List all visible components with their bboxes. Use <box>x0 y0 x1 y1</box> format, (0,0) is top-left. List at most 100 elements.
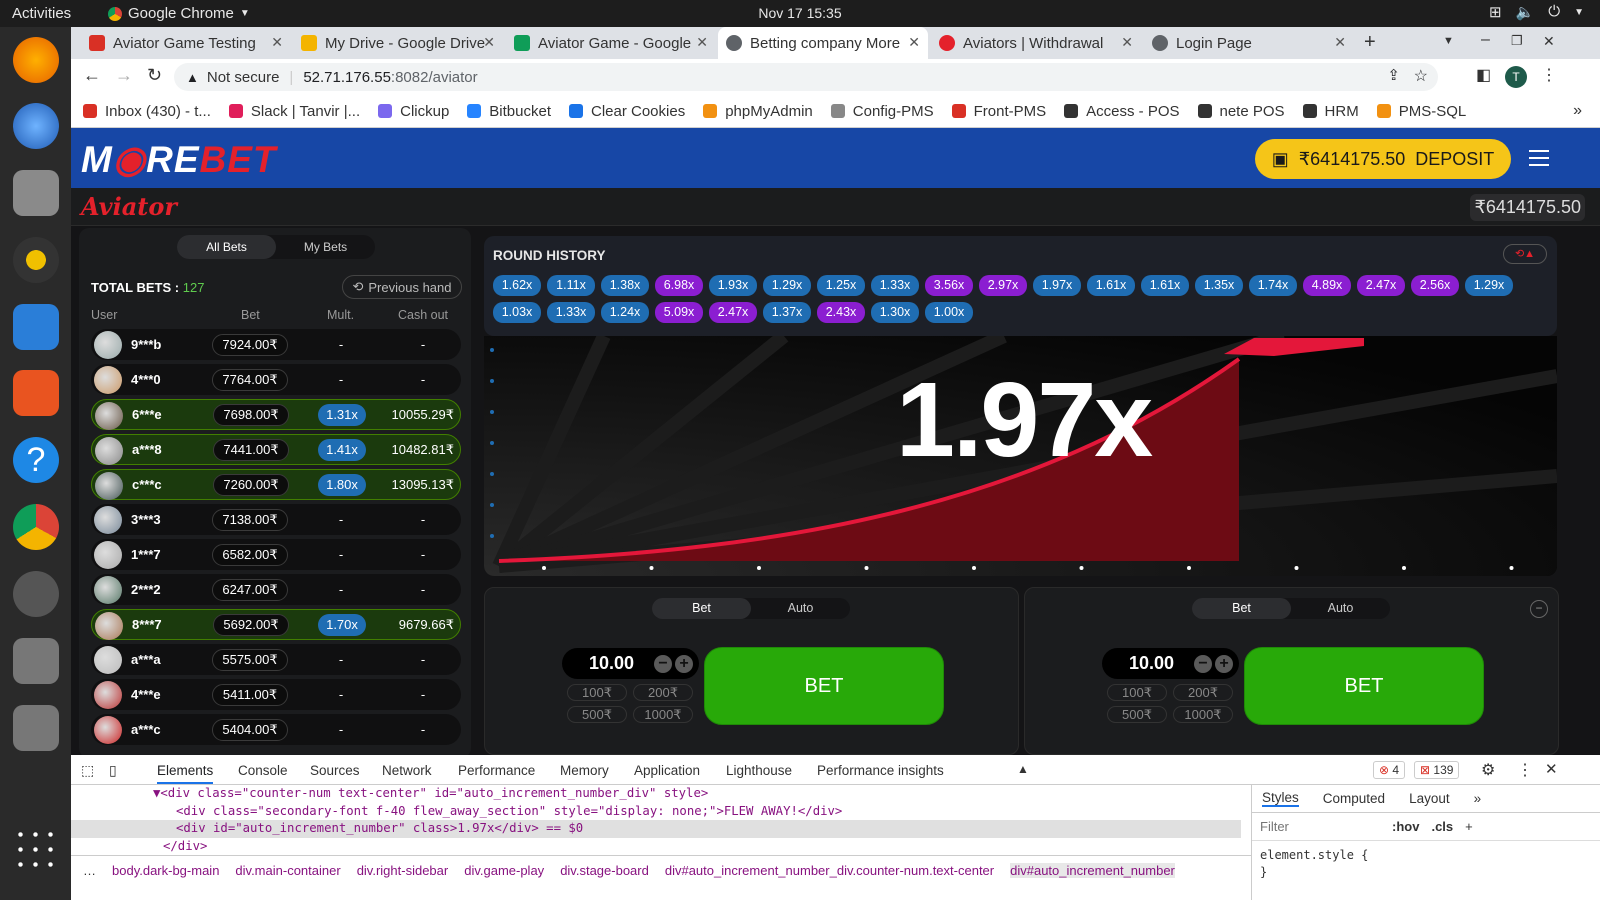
bookmark-item[interactable]: Slack | Tanvir |... <box>228 103 360 120</box>
side-panel-icon[interactable]: ◧ <box>1476 65 1491 85</box>
styles-filter-input[interactable] <box>1260 819 1380 834</box>
history-toggle-button[interactable]: ⟲▲ <box>1503 244 1547 264</box>
cls-toggle[interactable]: .cls <box>1431 819 1453 834</box>
hamburger-menu-icon[interactable] <box>1529 150 1549 166</box>
tab-console[interactable]: Console <box>238 763 288 778</box>
bookmark-item[interactable]: nete POS <box>1197 103 1285 120</box>
bet-button[interactable]: BET <box>704 647 944 725</box>
warning-badge[interactable]: ⊠ 139 <box>1414 761 1460 779</box>
tab-bet[interactable]: Bet <box>1192 598 1291 619</box>
code-line[interactable]: <div class="secondary-font f-40 flew_awa… <box>71 803 1241 821</box>
quick-amount-button[interactable]: 200₹ <box>633 684 693 701</box>
more-bookmarks-icon[interactable]: » <box>1573 102 1582 120</box>
avatar[interactable]: T <box>1505 66 1527 88</box>
tab-bet[interactable]: Bet <box>652 598 751 619</box>
tab-aviator-sheet[interactable]: Aviator Game - Google ✕ <box>506 27 716 59</box>
updater-icon[interactable] <box>13 571 59 617</box>
tab-performance[interactable]: Performance <box>458 763 535 778</box>
tab-styles[interactable]: Styles <box>1262 790 1299 807</box>
quick-amount-button[interactable]: 100₹ <box>567 684 627 701</box>
system-tray[interactable]: ⊞ 🔈 ⏻ ▼ <box>1489 3 1584 23</box>
writer-icon[interactable] <box>13 304 59 350</box>
bookmark-item[interactable]: PMS-SQL <box>1376 103 1466 120</box>
tab-memory[interactable]: Memory <box>560 763 609 778</box>
breadcrumb-item[interactable]: div.main-container <box>235 863 340 878</box>
share-icon[interactable]: ⇪ <box>1387 66 1400 84</box>
bet-amount-input[interactable]: 10.00− + <box>562 648 699 679</box>
bet-amount-input[interactable]: 10.00− + <box>1102 648 1239 679</box>
tab-auto[interactable]: Auto <box>751 598 850 619</box>
close-window-icon[interactable]: ✕ <box>1543 33 1555 50</box>
breadcrumb-item[interactable]: div.right-sidebar <box>357 863 449 878</box>
close-icon[interactable]: ✕ <box>1334 34 1346 51</box>
tab-computed[interactable]: Computed <box>1323 791 1385 806</box>
tab-aviator-testing[interactable]: Aviator Game Testing ✕ <box>81 27 291 59</box>
minus-icon[interactable]: − <box>654 655 672 673</box>
error-badge[interactable]: ⊗ 4 <box>1373 761 1406 779</box>
bookmark-item[interactable]: Bitbucket <box>467 103 551 120</box>
breadcrumb-item[interactable]: div.stage-board <box>560 863 649 878</box>
kebab-menu-icon[interactable]: ⋮ <box>1517 760 1533 780</box>
device-toolbar-icon[interactable]: ▯ <box>109 762 117 779</box>
element-style-rule[interactable]: element.style { <box>1260 847 1592 864</box>
close-icon[interactable]: ✕ <box>696 34 708 51</box>
bookmark-item[interactable]: Inbox (430) - t... <box>83 103 211 120</box>
tab-search-icon[interactable]: ▼ <box>1443 35 1454 47</box>
bookmark-item[interactable]: Access - POS <box>1064 103 1180 120</box>
files-icon[interactable] <box>13 170 59 216</box>
help-icon[interactable]: ? <box>13 437 59 483</box>
disk-icon[interactable] <box>13 638 59 684</box>
bookmark-item[interactable]: phpMyAdmin <box>703 103 813 120</box>
tab-my-drive[interactable]: My Drive - Google Drive ✕ <box>293 27 503 59</box>
tab-login-page[interactable]: Login Page ✕ <box>1144 27 1354 59</box>
firefox-icon[interactable] <box>13 37 59 83</box>
tab-my-bets[interactable]: My Bets <box>276 235 375 259</box>
more-tabs-icon[interactable]: » <box>1474 791 1482 806</box>
quick-amount-button[interactable]: 1000₹ <box>633 706 693 723</box>
bookmark-item[interactable]: Front-PMS <box>951 103 1046 120</box>
software-icon[interactable] <box>13 370 59 416</box>
quick-amount-button[interactable]: 500₹ <box>1107 706 1167 723</box>
bet-button[interactable]: BET <box>1244 647 1484 725</box>
chrome-dock-icon[interactable] <box>13 504 59 550</box>
quick-amount-button[interactable]: 100₹ <box>1107 684 1167 701</box>
close-icon[interactable]: ✕ <box>271 34 283 51</box>
code-line-selected[interactable]: <div id="auto_increment_number" class>1.… <box>71 820 1241 838</box>
plus-icon[interactable]: + <box>1215 655 1233 673</box>
breadcrumb-item[interactable]: div.game-play <box>464 863 544 878</box>
deposit-button[interactable]: ▣ ₹6414175.50 DEPOSIT <box>1255 139 1511 179</box>
tab-betting-company[interactable]: Betting company More ✕ <box>718 27 928 59</box>
quick-amount-button[interactable]: 500₹ <box>567 706 627 723</box>
remove-panel-icon[interactable]: − <box>1530 600 1548 618</box>
bookmark-item[interactable]: HRM <box>1302 103 1359 120</box>
bookmark-item[interactable]: Clear Cookies <box>569 103 685 120</box>
inspect-icon[interactable]: ⬚ <box>81 762 94 779</box>
breadcrumb-item[interactable]: body.dark-bg-main <box>112 863 219 878</box>
tab-aviators-withdrawal[interactable]: Aviators | Withdrawal ✕ <box>931 27 1141 59</box>
tab-network[interactable]: Network <box>382 763 432 778</box>
close-icon[interactable]: ✕ <box>1121 34 1133 51</box>
plus-icon[interactable]: + <box>675 655 693 673</box>
kebab-menu-icon[interactable]: ⋮ <box>1541 65 1557 85</box>
morebet-logo[interactable]: M◉REBET <box>81 138 277 181</box>
back-icon[interactable]: ← <box>83 65 101 86</box>
dom-tree[interactable]: ▼<div class="counter-num text-center" id… <box>71 785 1241 855</box>
breadcrumb-item[interactable]: div#auto_increment_number <box>1010 863 1175 878</box>
disk-icon[interactable] <box>13 705 59 751</box>
crumb-overflow[interactable]: … <box>83 863 96 878</box>
add-rule-icon[interactable]: + <box>1465 819 1473 834</box>
previous-hand-button[interactable]: ⟲ Previous hand <box>342 275 462 299</box>
forward-icon[interactable]: → <box>115 65 133 86</box>
tab-layout[interactable]: Layout <box>1409 791 1450 806</box>
tab-application[interactable]: Application <box>634 763 700 778</box>
star-icon[interactable]: ☆ <box>1414 66 1428 86</box>
minimize-icon[interactable]: – <box>1481 31 1490 49</box>
close-icon[interactable]: ✕ <box>483 34 495 51</box>
minus-icon[interactable]: − <box>1194 655 1212 673</box>
maximize-icon[interactable]: ❐ <box>1511 33 1523 49</box>
tab-lighthouse[interactable]: Lighthouse <box>726 763 792 778</box>
close-devtools-icon[interactable]: ✕ <box>1545 760 1558 778</box>
clock[interactable]: Nov 17 15:35 <box>0 5 1600 21</box>
thunderbird-icon[interactable] <box>13 103 59 149</box>
code-line[interactable]: </div> <box>71 838 1241 856</box>
